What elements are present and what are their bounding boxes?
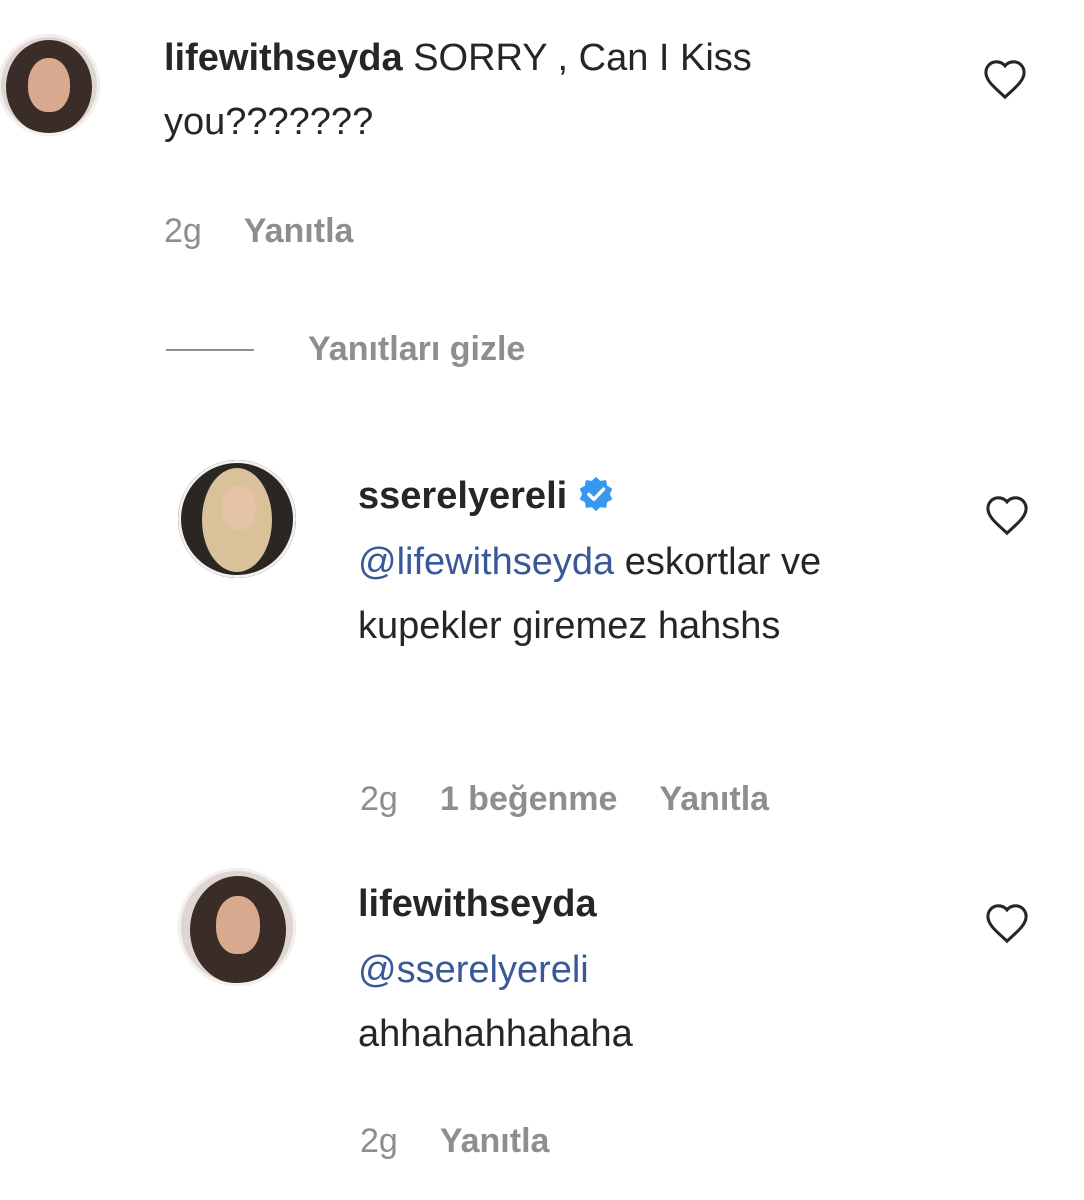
mention-link[interactable]: @sserelyereli [358, 949, 589, 991]
reply-username[interactable]: sserelyereli [358, 475, 567, 517]
reply-time: 2g [360, 780, 398, 818]
reply-text: ahhahahhahaha [358, 1013, 633, 1055]
heart-outline-icon[interactable] [984, 494, 1030, 536]
reply-username-line: lifewithseyda [358, 872, 918, 936]
likes-count[interactable]: 1 beğenme [440, 780, 618, 818]
reply-button[interactable]: Yanıtla [659, 780, 769, 818]
verified-badge-icon [579, 476, 613, 512]
avatar[interactable] [178, 868, 296, 986]
reply-meta: 2g 1 beğenme Yanıtla [360, 780, 811, 819]
avatar[interactable] [0, 34, 100, 136]
reply-button[interactable]: Yanıtla [244, 212, 354, 250]
comment-username[interactable]: lifewithseyda [164, 37, 403, 79]
reply-body: @lifewithseyda eskortlar ve kupekler gir… [358, 530, 918, 658]
reply-button[interactable]: Yanıtla [440, 1122, 550, 1160]
avatar[interactable] [178, 460, 296, 578]
heart-outline-icon[interactable] [982, 58, 1028, 100]
comment-time: 2g [164, 212, 202, 250]
comment-meta: 2g Yanıtla [164, 212, 395, 251]
reply-body: @sserelyereli ahhahahhahaha [358, 938, 918, 1066]
mention-link[interactable]: @lifewithseyda [358, 541, 614, 583]
hide-replies-label: Yanıtları gizle [308, 330, 526, 368]
reply-time: 2g [360, 1122, 398, 1160]
reply-username-line: sserelyereli [358, 464, 918, 528]
reply-meta: 2g Yanıtla [360, 1122, 591, 1161]
reply-username[interactable]: lifewithseyda [358, 883, 597, 925]
heart-outline-icon[interactable] [984, 902, 1030, 944]
comment-body: lifewithseyda SORRY , Can I Kiss you????… [164, 26, 924, 154]
divider-line [166, 348, 254, 351]
hide-replies-toggle[interactable]: Yanıtları gizle [166, 330, 525, 369]
